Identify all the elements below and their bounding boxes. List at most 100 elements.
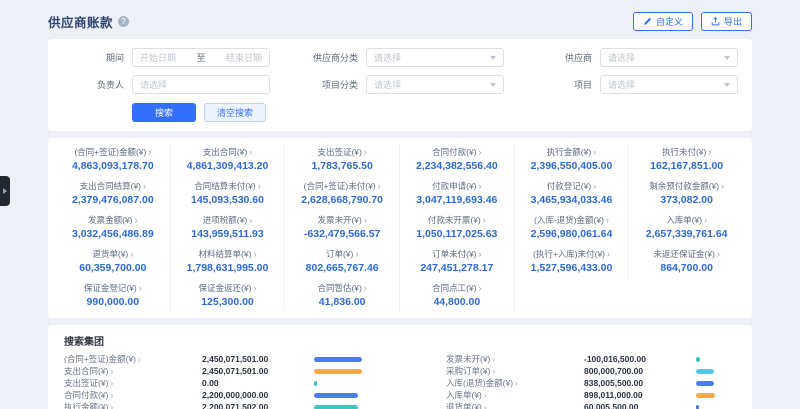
period-label: 期间 xyxy=(62,51,124,64)
stat-label: 入库单(¥) xyxy=(631,215,742,226)
metric-label: 支出签证(¥) xyxy=(64,377,202,389)
stat-value: 145,093,530.60 xyxy=(173,194,283,206)
stat-cell[interactable]: 付款申请(¥)3,047,119,693.46 xyxy=(400,177,515,211)
metric-bar xyxy=(314,405,358,409)
help-icon[interactable]: ? xyxy=(118,16,129,27)
metric-row[interactable]: 发票未开(¥)-100,016,500.00 xyxy=(446,353,784,365)
metric-bar-track xyxy=(696,405,784,409)
metric-bar-track xyxy=(696,381,784,386)
stat-cell[interactable]: 进项税额(¥) 143,959,511.93 xyxy=(171,211,286,245)
field-period: 期间 开始日期 至 结束日期 xyxy=(62,48,270,67)
stat-cell[interactable]: (合同+签证)未付(¥)2,628,668,790.70 xyxy=(285,177,400,211)
stat-cell[interactable]: 付款登记(¥)3,465,934,033.46 xyxy=(515,177,630,211)
metric-bar xyxy=(314,393,358,398)
stat-value: 1,050,117,025.63 xyxy=(402,228,512,240)
stat-value: 143,959,511.93 xyxy=(173,228,283,240)
filter-actions: 搜索 清空搜索 xyxy=(62,103,738,122)
stat-label: 未返还保证金(¥) xyxy=(631,249,742,260)
stat-cell[interactable]: (入库-退货)金额(¥)2,596,980,061.64 xyxy=(515,211,630,245)
stat-label: 支出合同结算(¥) xyxy=(58,181,168,192)
owner-input[interactable]: 请选择 xyxy=(132,75,270,94)
export-icon xyxy=(711,17,720,26)
group-title: 搜索集团 xyxy=(64,333,736,348)
period-start-placeholder: 开始日期 xyxy=(140,51,176,64)
stat-cell[interactable]: 合同付款(¥)2,234,382,556.40 xyxy=(400,143,515,177)
stat-cell[interactable]: 执行金额(¥)2,396,550,405.00 xyxy=(515,143,630,177)
stat-cell[interactable]: 发票未开(¥)-632,479,566.57 xyxy=(285,211,400,245)
placeholder-text: 请选择 xyxy=(140,78,167,91)
stat-value: 44,800.00 xyxy=(402,296,512,308)
metric-value: 800,000,700.00 xyxy=(584,366,696,376)
group-panel: 搜索集团 (合同+签证)金额(¥)2,450,071,501.00支出合同(¥)… xyxy=(48,325,752,409)
metric-value: 60,005,500.00 xyxy=(584,402,696,409)
stat-label: 材料结算单(¥) xyxy=(173,249,283,260)
supplier-category-select[interactable]: 请选择 xyxy=(366,48,504,67)
stat-cell[interactable]: 支出合同结算(¥)2,379,476,087.00 xyxy=(56,177,171,211)
stat-cell[interactable]: 剩余预付款金额(¥)373,082.00 xyxy=(629,177,744,211)
stat-cell[interactable]: (执行+入库)未付(¥)1,527,596,433.00 xyxy=(515,245,630,279)
metric-row[interactable]: 入库(退货)金额(¥)838,005,500.00 xyxy=(446,377,784,389)
stat-cell[interactable]: 未返还保证金(¥)864,700.00 xyxy=(629,245,744,279)
stat-cell[interactable]: 支出合同(¥)4,861,309,413.20 xyxy=(171,143,286,177)
stat-label: 进项税额(¥) xyxy=(173,215,283,226)
placeholder-text: 请选择 xyxy=(608,78,635,91)
drawer-toggle[interactable] xyxy=(0,176,10,206)
customize-button[interactable]: 自定义 xyxy=(633,12,693,31)
stat-cell[interactable]: 保证金登记(¥)990,000.00 xyxy=(56,279,171,313)
stat-label: 合同暂估(¥) xyxy=(287,283,397,294)
supplier-category-label: 供应商分类 xyxy=(296,51,358,64)
metric-value: 2,200,071,502.00 xyxy=(202,402,314,409)
stat-cell[interactable]: 保证金返还(¥) 125,300.00 xyxy=(171,279,286,313)
metric-row[interactable]: 入库单(¥)898,011,000.00 xyxy=(446,389,784,401)
project-category-select[interactable]: 请选择 xyxy=(366,75,504,94)
stat-value: 247,451,278.17 xyxy=(402,262,512,274)
project-category-label: 项目分类 xyxy=(296,78,358,91)
stat-cell[interactable]: 发票金额(¥)3,032,456,486.89 xyxy=(56,211,171,245)
stat-cell[interactable]: 入库单(¥) 2,657,339,761.64 xyxy=(629,211,744,245)
stat-cell[interactable]: 订单(¥)802,665,767.46 xyxy=(285,245,400,279)
stat-cell[interactable]: 付款未开票(¥)1,050,117,025.63 xyxy=(400,211,515,245)
metric-row[interactable]: 执行金额(¥)2,200,071,502.00 xyxy=(64,401,402,409)
stat-label: 支出合同(¥) xyxy=(173,147,283,158)
stat-cell[interactable]: (合同+签证)金额(¥)4,863,093,178.70 xyxy=(56,143,171,177)
supplier-select[interactable]: 请选择 xyxy=(600,48,738,67)
metric-value: -100,016,500.00 xyxy=(584,354,696,364)
stat-cell[interactable]: 订单未付(¥)247,451,278.17 xyxy=(400,245,515,279)
stat-value: 162,167,851.00 xyxy=(631,160,742,172)
metric-row[interactable]: 退货单(¥)60,005,500.00 xyxy=(446,401,784,409)
metric-value: 2,200,000,000.00 xyxy=(202,390,314,400)
period-end-placeholder: 结束日期 xyxy=(226,51,262,64)
metric-row[interactable]: 采购订单(¥)800,000,700.00 xyxy=(446,365,784,377)
stat-value: 802,665,767.46 xyxy=(287,262,397,274)
stat-cell[interactable]: 退货单(¥)60,359,700.00 xyxy=(56,245,171,279)
stat-label: 付款登记(¥) xyxy=(517,181,627,192)
stat-label: 支出签证(¥) xyxy=(287,147,397,158)
stat-value: 2,657,339,761.64 xyxy=(631,228,742,240)
metric-label: 合同付款(¥) xyxy=(64,389,202,401)
stat-label: 保证金返还(¥) xyxy=(173,283,283,294)
stat-cell[interactable]: 执行未付(¥)162,167,851.00 xyxy=(629,143,744,177)
export-button[interactable]: 导出 xyxy=(701,12,752,31)
field-supplier: 供应商 请选择 xyxy=(530,48,738,67)
clear-search-button[interactable]: 清空搜索 xyxy=(204,103,266,122)
chevron-down-icon xyxy=(490,56,496,60)
field-supplier-category: 供应商分类 请选择 xyxy=(296,48,504,67)
project-select[interactable]: 请选择 xyxy=(600,75,738,94)
stats-grid: (合同+签证)金额(¥)4,863,093,178.70支出合同(¥)4,861… xyxy=(56,143,744,313)
stat-cell[interactable]: 合同暂估(¥)41,836.00 xyxy=(285,279,400,313)
metric-row[interactable]: 支出合同(¥)2,450,071,501.00 xyxy=(64,365,402,377)
stat-cell[interactable]: 合同结算未付(¥)145,093,530.60 xyxy=(171,177,286,211)
stat-cell[interactable]: 支出签证(¥)1,783,765.50 xyxy=(285,143,400,177)
metric-bar-track xyxy=(696,393,784,398)
stat-value: 125,300.00 xyxy=(173,296,283,308)
metric-row[interactable]: 合同付款(¥)2,200,000,000.00 xyxy=(64,389,402,401)
group-column-left: (合同+签证)金额(¥)2,450,071,501.00支出合同(¥)2,450… xyxy=(64,353,402,409)
search-button[interactable]: 搜索 xyxy=(132,103,196,122)
period-range-input[interactable]: 开始日期 至 结束日期 xyxy=(132,48,270,67)
stat-label: 保证金登记(¥) xyxy=(58,283,168,294)
stat-cell[interactable]: 合同点工(¥)44,800.00 xyxy=(400,279,515,313)
metric-label: 入库单(¥) xyxy=(446,389,584,401)
metric-row[interactable]: 支出签证(¥)0.00 xyxy=(64,377,402,389)
metric-row[interactable]: (合同+签证)金额(¥)2,450,071,501.00 xyxy=(64,353,402,365)
stat-cell[interactable]: 材料结算单(¥)1,798,631,995.00 xyxy=(171,245,286,279)
